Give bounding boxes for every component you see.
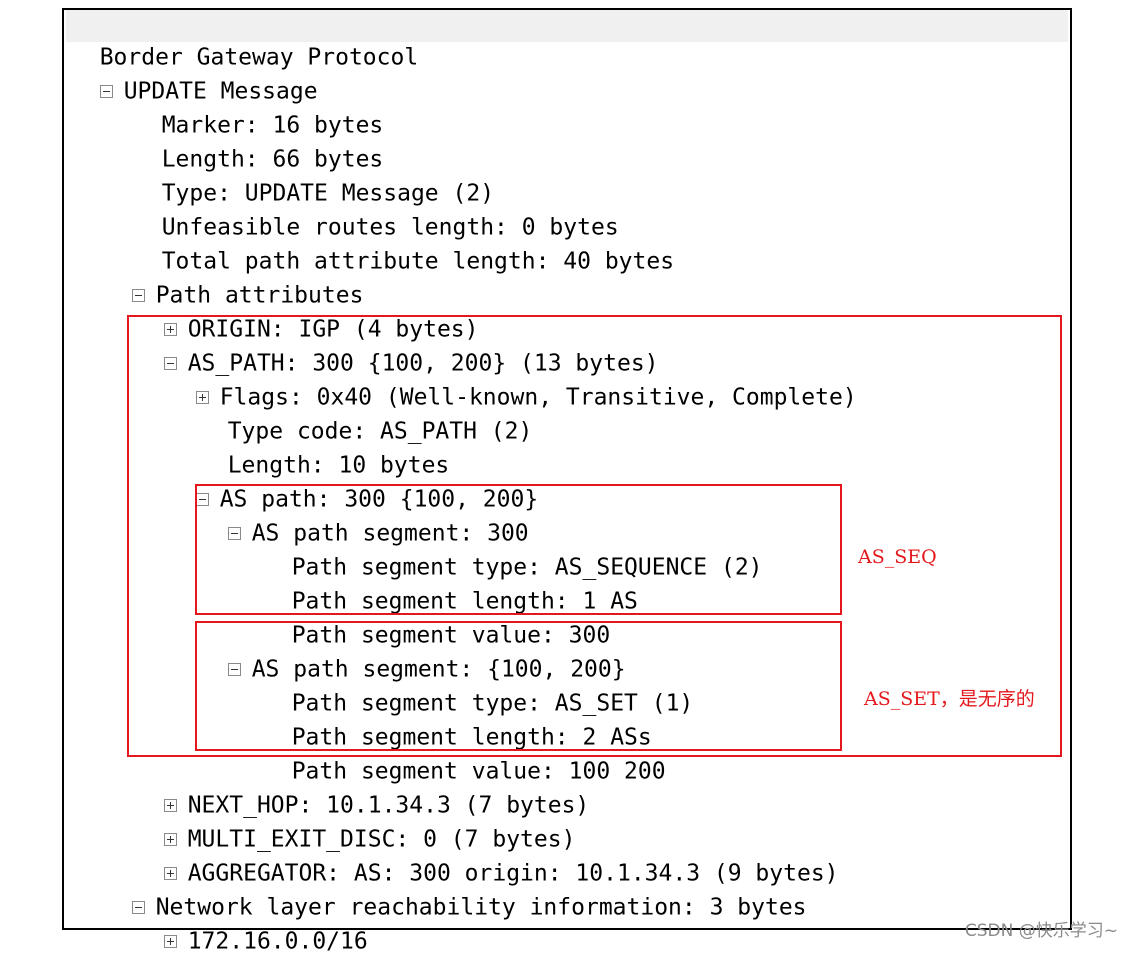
collapse-icon[interactable] (99, 85, 113, 98)
watermark: CSDN @快乐学习~ (964, 921, 1118, 941)
tree-row-prefix[interactable]: 172.16.0.0/16 (136, 890, 368, 955)
tree-row-segment-2-value[interactable]: Path segment value: 100 200 (264, 720, 666, 785)
tree-row-as-path-value[interactable]: AS path: 300 {100, 200} (168, 448, 538, 513)
tree-row-type[interactable]: Type: UPDATE Message (2) (134, 142, 494, 207)
tree-row-next-hop[interactable]: NEXT_HOP: 10.1.34.3 (7 bytes) (136, 754, 589, 819)
tree-row-protocol[interactable]: Border Gateway Protocol (72, 6, 419, 71)
tree-row-length[interactable]: Length: 66 bytes (134, 108, 384, 173)
tree-row-as-path-length[interactable]: Length: 10 bytes (200, 414, 450, 479)
tree-row-segment-1-value[interactable]: Path segment value: 300 (264, 584, 611, 649)
collapse-icon[interactable] (227, 527, 241, 540)
tree-row-segment-1-length[interactable]: Path segment length: 1 AS (264, 550, 638, 615)
tree-row-segment-2-length[interactable]: Path segment length: 2 ASs (264, 686, 652, 751)
tree-row-med[interactable]: MULTI_EXIT_DISC: 0 (7 bytes) (136, 788, 575, 853)
tree-row-aggregator[interactable]: AGGREGATOR: AS: 300 origin: 10.1.34.3 (9… (136, 822, 839, 887)
expand-icon[interactable] (163, 935, 177, 948)
tree-row-segment-1-type[interactable]: Path segment type: AS_SEQUENCE (2) (264, 516, 763, 581)
tree-row-type-code[interactable]: Type code: AS_PATH (2) (200, 380, 533, 445)
tree-row-update-message[interactable]: UPDATE Message (72, 40, 318, 105)
tree-row-origin[interactable]: ORIGIN: IGP (4 bytes) (136, 278, 479, 343)
tree-row-path-attributes[interactable]: Path attributes (104, 244, 363, 309)
tree-row-flags[interactable]: Flags: 0x40 (Well-known, Transitive, Com… (168, 346, 857, 411)
tree-row-as-path[interactable]: AS_PATH: 300 {100, 200} (13 bytes) (136, 312, 659, 377)
tree-row-nlri[interactable]: Network layer reachability information: … (104, 856, 807, 921)
as-seq-annotation: AS_SEQ (858, 546, 937, 568)
tree-row-total-path-attr[interactable]: Total path attribute length: 40 bytes (134, 210, 674, 275)
tree-row-unfeasible[interactable]: Unfeasible routes length: 0 bytes (134, 176, 619, 241)
tree-row-marker[interactable]: Marker: 16 bytes (134, 74, 384, 139)
tree-row-segment-2-type[interactable]: Path segment type: AS_SET (1) (264, 652, 694, 717)
tree-row-segment-2[interactable]: AS path segment: {100, 200} (200, 618, 626, 683)
as-set-annotation: AS_SET，是无序的 (864, 688, 1035, 710)
collapse-icon[interactable] (227, 663, 241, 676)
tree-row-segment-1[interactable]: AS path segment: 300 (200, 482, 529, 547)
prefix-label: 172.16.0.0/16 (187, 928, 368, 955)
